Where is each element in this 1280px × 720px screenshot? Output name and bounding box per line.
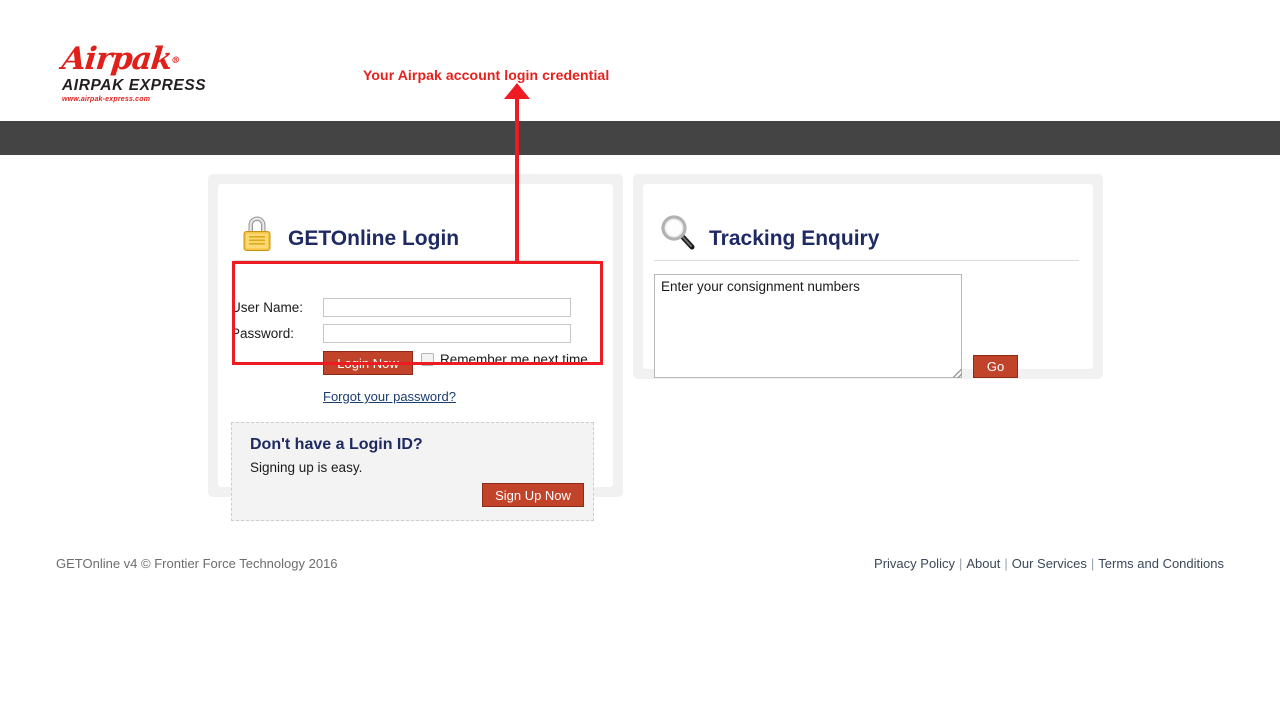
footer-separator: | [1004,556,1008,571]
logo-wordmark: Airpak [60,41,174,77]
registered-trademark-icon: ® [170,55,180,66]
tracking-title-divider [654,260,1079,261]
footer-link-our-services[interactable]: Our Services [1012,556,1087,571]
sign-up-now-button[interactable]: Sign Up Now [482,483,584,507]
airpak-logo[interactable]: Airpak® AIRPAK EXPRESS www.airpak-expres… [60,41,222,106]
forgot-password-link[interactable]: Forgot your password? [323,389,456,404]
magnifying-glass-icon [659,214,699,252]
tracking-panel: Tracking Enquiry Go [633,174,1103,379]
site-footer: GETOnline v4 © Frontier Force Technology… [0,556,1280,590]
logo-website-url: www.airpak-express.com [62,96,151,103]
tracking-panel-card: Tracking Enquiry Go [643,184,1093,378]
signup-subtext: Signing up is easy. [250,460,363,475]
logo-script-text: Airpak® [60,41,222,77]
main-navigation-bar[interactable] [0,121,1280,155]
consignment-numbers-textarea[interactable] [654,274,962,378]
footer-separator: | [1090,556,1095,571]
footer-separator: | [958,556,963,571]
login-panel-title: GETOnline Login [288,227,460,250]
tracking-panel-title: Tracking Enquiry [709,227,880,250]
annotation-label: Your Airpak account login credential [363,67,610,83]
annotation-arrow-shaft [515,96,519,264]
annotation-highlight-box [232,261,603,365]
signup-heading: Don't have a Login ID? [250,436,423,453]
footer-copyright: GETOnline v4 © Frontier Force Technology… [56,556,338,571]
footer-link-privacy-policy[interactable]: Privacy Policy [874,556,955,571]
page-root: Airpak® AIRPAK EXPRESS www.airpak-expres… [0,0,1280,720]
footer-links: Privacy Policy | About | Our Services | Terms … [874,556,1224,571]
textarea-resize-handle[interactable] [953,369,962,378]
padlock-icon [240,213,274,253]
footer-link-terms-and-conditions[interactable]: Terms and Conditions [1098,556,1224,571]
logo-company-name: AIRPAK EXPRESS [62,77,207,94]
site-header: Airpak® AIRPAK EXPRESS www.airpak-expres… [0,0,1280,121]
tracking-go-button[interactable]: Go [973,355,1018,378]
signup-promo-box: Don't have a Login ID? Signing up is eas… [231,422,594,521]
footer-link-about[interactable]: About [966,556,1000,571]
main-content: GETOnline Login User Name: Password: Log… [0,155,1280,540]
